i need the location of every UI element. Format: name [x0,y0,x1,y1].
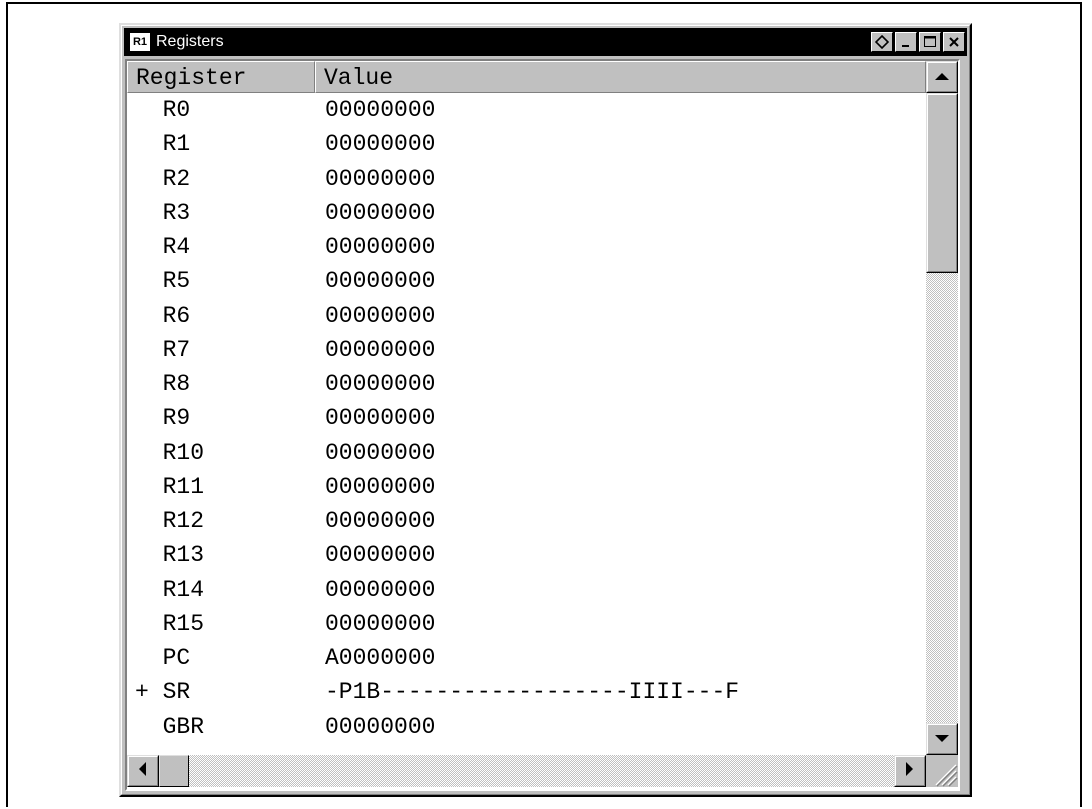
table-row[interactable]: PC A0000000 [127,641,926,675]
close-button[interactable] [943,32,965,52]
register-name: R3 [135,199,191,226]
register-name: R14 [135,576,205,603]
column-header-value[interactable]: Value [315,61,926,93]
register-name: GBR [135,713,205,740]
scroll-left-button[interactable] [127,755,159,787]
register-value[interactable]: 00000000 [315,93,435,127]
register-name: R2 [135,165,191,192]
table-row[interactable]: + SR -P1B------------------IIII---F [127,675,926,709]
horizontal-scrollbar[interactable] [127,755,926,787]
register-value[interactable]: 00000000 [315,367,435,401]
register-name: R4 [135,234,191,260]
register-list-view: Register Value R0 00000000 R1 00000000 R2 0… [125,59,960,791]
scroll-right-button[interactable] [894,755,926,787]
register-value[interactable]: 00000000 [315,710,435,744]
table-row[interactable]: R6 00000000 [127,299,926,333]
register-name: R0 [135,97,191,123]
register-name: R12 [135,508,205,534]
register-value[interactable]: 00000000 [315,436,435,470]
register-value[interactable]: 00000000 [315,196,435,230]
column-header-register[interactable]: Register [127,61,315,93]
register-value[interactable]: -P1B------------------IIII---F [315,675,739,709]
register-name: R11 [135,473,205,500]
table-row[interactable]: R1 00000000 [127,127,926,161]
table-row[interactable]: R4 00000000 [127,230,926,264]
register-grid: Register Value R0 00000000 R1 00000000 R2 0… [127,61,926,755]
register-value[interactable]: 00000000 [315,504,435,538]
resize-grip[interactable] [926,755,958,787]
minimize-icon [900,36,912,48]
register-value[interactable]: 00000000 [315,127,435,161]
registers-window: R1 Registers Register Value R0 00000000 … [119,23,972,797]
maximize-button[interactable] [919,32,941,52]
vertical-scroll-thumb[interactable] [926,93,958,273]
register-name: R7 [135,336,191,363]
register-value[interactable]: 00000000 [315,264,435,298]
register-value[interactable]: 00000000 [315,538,435,572]
register-name: R10 [135,439,205,466]
vertical-scrollbar[interactable] [926,61,958,755]
register-value[interactable]: 00000000 [315,333,435,367]
table-row[interactable]: R0 00000000 [127,93,926,127]
maximize-icon [923,35,937,49]
arrow-left-icon [139,761,147,781]
table-row[interactable]: R13 00000000 [127,538,926,572]
register-name: R5 [135,268,191,295]
table-row[interactable]: R14 00000000 [127,573,926,607]
table-row[interactable]: R11 00000000 [127,470,926,504]
table-row[interactable]: R12 00000000 [127,504,926,538]
table-row[interactable]: R7 00000000 [127,333,926,367]
title-buttons [869,32,965,52]
table-row[interactable]: R5 00000000 [127,264,926,298]
register-name: R6 [135,302,191,329]
minimize-button[interactable] [895,32,917,52]
register-name: + SR [135,679,191,706]
table-row[interactable]: GBR 00000000 [127,710,926,744]
horizontal-scroll-thumb[interactable] [159,755,189,787]
window-title: Registers [156,33,224,50]
table-row[interactable]: R9 00000000 [127,401,926,435]
register-value[interactable]: 00000000 [315,401,435,435]
arrow-up-icon [935,68,949,86]
register-value[interactable]: 00000000 [315,162,435,196]
register-name: R8 [135,371,191,397]
register-value[interactable]: 00000000 [315,573,435,607]
registers-app-icon[interactable]: R1 [130,33,150,51]
table-row[interactable]: R15 00000000 [127,607,926,641]
register-value[interactable]: 00000000 [315,299,435,333]
register-rows: R0 00000000 R1 00000000 R2 00000000 R3 00000… [127,93,926,744]
register-value[interactable]: 00000000 [315,230,435,264]
register-name: R1 [135,131,191,158]
register-name: PC [135,645,191,671]
register-value[interactable]: 00000000 [315,607,435,641]
table-row[interactable]: R2 00000000 [127,162,926,196]
dock-button[interactable] [871,32,893,52]
register-value[interactable]: A0000000 [315,641,435,675]
close-icon [948,36,960,48]
title-bar[interactable]: R1 Registers [124,28,967,56]
register-name: R13 [135,542,205,569]
register-value[interactable]: 00000000 [315,470,435,504]
arrow-right-icon [906,761,914,781]
scroll-up-button[interactable] [926,61,958,93]
table-row[interactable]: R3 00000000 [127,196,926,230]
arrow-down-icon [935,730,949,748]
register-name: R15 [135,610,205,637]
table-row[interactable]: R8 00000000 [127,367,926,401]
scroll-down-button[interactable] [926,723,958,755]
diamond-icon [875,35,889,49]
table-row[interactable]: R10 00000000 [127,436,926,470]
column-header-row: Register Value [127,61,926,93]
register-name: R9 [135,405,191,432]
